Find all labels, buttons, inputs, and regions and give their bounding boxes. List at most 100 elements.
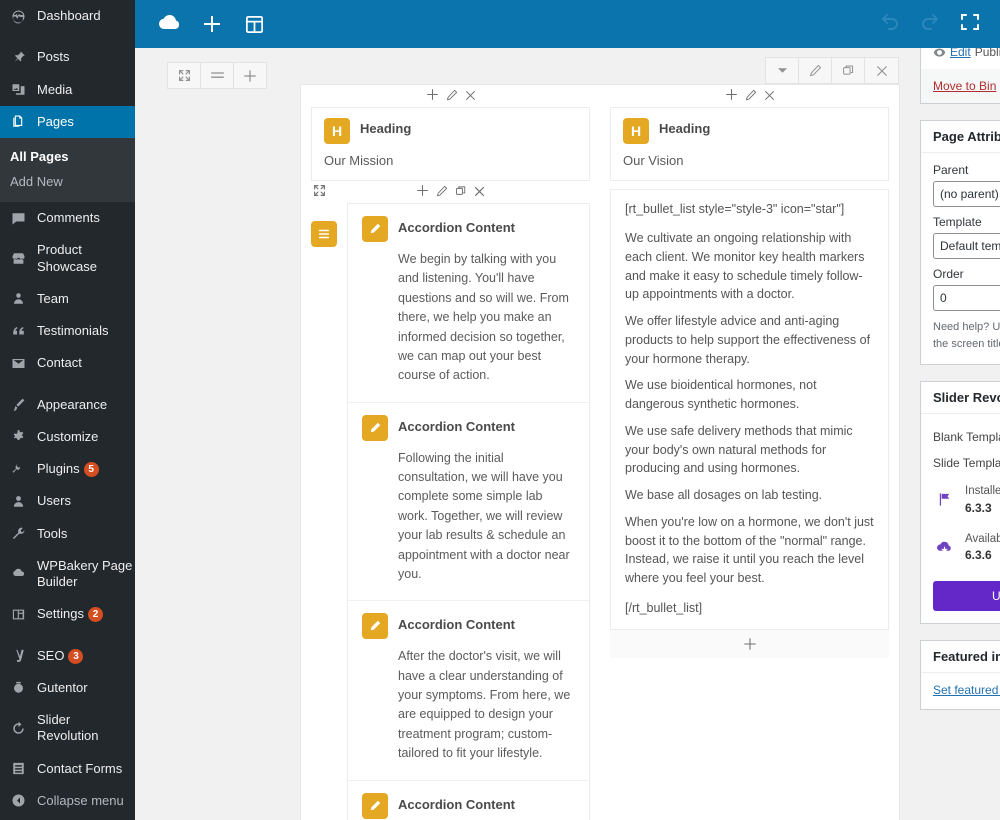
blank-template-option[interactable]: Blank Template: [933, 424, 1000, 450]
order-label: Order: [933, 267, 964, 281]
sidebar-item-testimonials[interactable]: Testimonials: [0, 315, 135, 347]
add-row-button[interactable]: [234, 63, 266, 88]
accordion-element[interactable]: Accordion Content We begin by talking wi…: [311, 203, 590, 820]
sidebar-item-gutentor[interactable]: Gutentor: [0, 672, 135, 704]
set-featured-image-link[interactable]: Set featured image: [933, 683, 1000, 697]
delete-element-button[interactable]: [465, 89, 476, 104]
sidebar-item-product-showcase[interactable]: Product Showcase: [0, 234, 135, 283]
accordion-item-header: Accordion Content: [362, 216, 575, 242]
sidebar-item-team[interactable]: Team: [0, 283, 135, 315]
yoast-icon: [9, 648, 28, 663]
text-paragraph: We use bioidentical hormones, not danger…: [625, 378, 817, 411]
slider-revolution-icon: [9, 721, 28, 736]
heading-element[interactable]: H Heading Our Vision: [610, 107, 889, 181]
text-paragraph: We cultivate an ongoing relationship wit…: [625, 231, 865, 302]
update-now-button[interactable]: Update Now: [933, 581, 1000, 612]
accordion-item-label: Accordion Content: [398, 220, 515, 235]
drag-handle-icon[interactable]: [313, 184, 326, 200]
sidebar-item-seo[interactable]: SEO 3: [0, 640, 135, 672]
element-title-group: Heading: [659, 118, 710, 136]
accordion-item-header: Accordion Content: [362, 414, 575, 441]
wordpress-admin-screen: Dashboard Posts Media Pages All Pages Ad…: [0, 0, 1000, 820]
status-badge: 3: [68, 648, 84, 664]
sidebar-item-plugins[interactable]: Plugins 5: [0, 453, 135, 485]
wpbakery-cloud-icon[interactable]: [149, 0, 191, 48]
sidebar-item-label: Product Showcase: [37, 242, 97, 274]
metabox-sidebar: Edit Public Move to Bin Page Attributes …: [920, 48, 1000, 820]
undo-icon[interactable]: [878, 11, 902, 38]
settings-icon: [9, 607, 28, 622]
edit-element-button[interactable]: [446, 89, 458, 104]
add-element-button[interactable]: [725, 88, 738, 104]
sidebar-item-all-pages[interactable]: All Pages: [0, 144, 135, 169]
template-select[interactable]: Default template: [933, 233, 1000, 259]
text-block-element[interactable]: [rt_bullet_list style="style-3" icon="st…: [610, 189, 889, 630]
sidebar-item-appearance[interactable]: Appearance: [0, 389, 135, 421]
featured-image-metabox: Featured image Set featured image: [920, 640, 1000, 711]
publish-metabox: Edit Public Move to Bin: [920, 48, 1000, 104]
row-columns: H Heading Our Mission Accordion Content …: [301, 85, 899, 820]
eye-icon: [933, 48, 946, 57]
sidebar-item-posts[interactable]: Posts: [0, 41, 135, 73]
row-clone-button[interactable]: [832, 58, 865, 83]
order-input[interactable]: 0: [933, 285, 1000, 311]
sidebar-item-wpbakery-page-builder[interactable]: WPBakery Page Builder: [0, 550, 135, 599]
parent-select[interactable]: (no parent): [933, 181, 1000, 207]
accordion-item[interactable]: Accordion Content Since andropause and m…: [348, 781, 589, 820]
accordion-item-text: Following the initial consultation, we w…: [398, 450, 570, 581]
element-title: Heading: [360, 121, 412, 136]
delete-element-button[interactable]: [474, 185, 485, 200]
sidebar-item-contact-forms[interactable]: Contact Forms: [0, 753, 135, 785]
sidebar-item-media[interactable]: Media: [0, 74, 135, 106]
accordion-item[interactable]: Accordion Content We begin by talking wi…: [348, 204, 589, 403]
redo-icon[interactable]: [918, 11, 942, 38]
quote-icon: [9, 324, 28, 339]
sidebar-item-customize[interactable]: Customize: [0, 421, 135, 453]
add-element-button[interactable]: [191, 0, 233, 48]
installed-version-row: Installed Version 6.3.3: [933, 476, 1000, 524]
edit-element-button[interactable]: [745, 89, 757, 104]
sidebar-item-contact[interactable]: Contact: [0, 347, 135, 379]
heading-element[interactable]: H Heading Our Mission: [311, 107, 590, 181]
sidebar-divider: [0, 631, 135, 640]
sidebar-item-settings[interactable]: Settings 2: [0, 598, 135, 630]
sidebar-item-tools[interactable]: Tools: [0, 518, 135, 550]
text-paragraph: When you're low on a hormone, we don't j…: [625, 514, 874, 585]
clone-element-button[interactable]: [455, 185, 467, 200]
row-delete-button[interactable]: [865, 58, 898, 83]
accordion-item-label: Accordion Content: [398, 796, 515, 812]
visibility-edit-link[interactable]: Edit: [950, 48, 971, 59]
row-edit-button[interactable]: [799, 58, 832, 83]
sidebar-item-label: Collapse menu: [37, 792, 124, 808]
sidebar-item-collapse-menu[interactable]: Collapse menu: [0, 785, 135, 817]
add-element-button[interactable]: [416, 184, 429, 200]
templates-icon[interactable]: [233, 0, 275, 48]
heading-icon: H: [623, 118, 649, 144]
metabox-title: Page Attributes: [921, 121, 1000, 153]
sidebar-item-slider-revolution[interactable]: Slider Revolution: [0, 704, 135, 753]
accordion-item[interactable]: Accordion Content Following the initial …: [348, 403, 589, 602]
sidebar-item-label: SEO: [37, 647, 65, 663]
cloud-download-icon: [933, 540, 955, 555]
rows-icon[interactable]: [201, 63, 234, 88]
media-icon: [9, 82, 28, 97]
sidebar-item-pages[interactable]: Pages: [0, 105, 135, 138]
edit-element-button[interactable]: [436, 185, 448, 200]
element-title: Heading: [659, 121, 711, 136]
row-dropdown-button[interactable]: [766, 58, 799, 83]
slide-template-option[interactable]: Slide Template: [933, 450, 1000, 476]
add-element-to-column-button[interactable]: [610, 629, 889, 658]
sidebar-item-label: Pages: [37, 113, 74, 129]
builder-column-1: H Heading Our Mission Accordion Content …: [301, 85, 600, 820]
delete-element-button[interactable]: [764, 89, 775, 104]
sidebar-item-comments[interactable]: Comments: [0, 202, 135, 234]
move-to-bin-link[interactable]: Move to Bin: [933, 79, 996, 93]
sidebar-item-dashboard[interactable]: Dashboard: [0, 0, 135, 32]
fullscreen-icon[interactable]: [958, 11, 982, 38]
add-element-button[interactable]: [426, 88, 439, 104]
expand-arrows-icon[interactable]: [168, 63, 201, 88]
sidebar-item-add-new-page[interactable]: Add New: [0, 169, 135, 194]
sidebar-item-users[interactable]: Users: [0, 485, 135, 517]
accordion-item[interactable]: Accordion Content After the doctor's vis…: [348, 601, 589, 781]
